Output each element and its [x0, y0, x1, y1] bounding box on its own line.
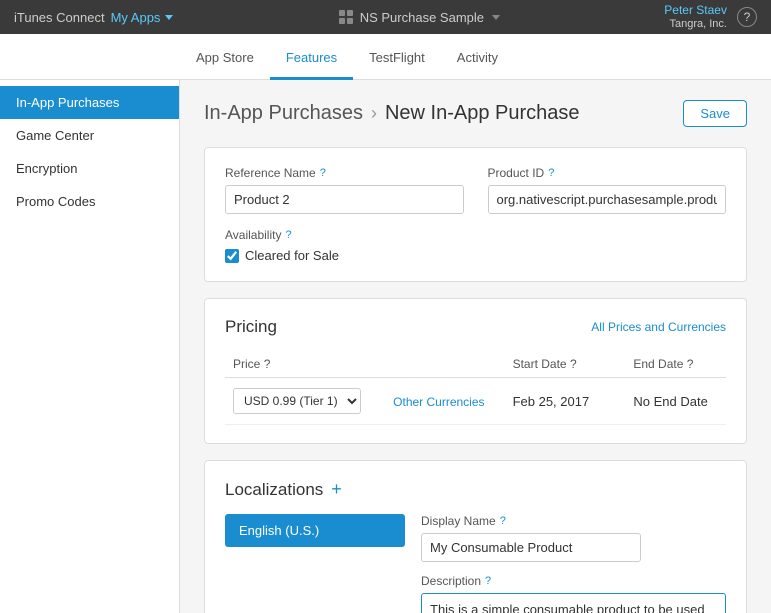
- display-name-input[interactable]: [421, 533, 641, 562]
- tab-features[interactable]: Features: [270, 38, 353, 80]
- pricing-section: Pricing All Prices and Currencies Price …: [204, 298, 747, 444]
- price-col-header: Price ?: [225, 351, 385, 378]
- description-field: Description ? This is a simple consumabl…: [421, 574, 726, 613]
- price-cell: USD 0.99 (Tier 1): [225, 378, 385, 425]
- cleared-for-sale-checkbox[interactable]: [225, 249, 239, 263]
- display-name-field: Display Name ?: [421, 514, 726, 562]
- header-center: NS Purchase Sample: [338, 9, 500, 25]
- sidebar-item-encryption[interactable]: Encryption: [0, 152, 179, 185]
- cleared-for-sale-row: Cleared for Sale: [225, 248, 726, 263]
- header-right: Peter Staev Tangra, Inc. ?: [664, 3, 757, 31]
- top-header: iTunes Connect My Apps NS Purchase Sampl…: [0, 0, 771, 34]
- main-content: In-App Purchases › New In-App Purchase S…: [180, 80, 771, 613]
- user-name[interactable]: Peter Staev: [664, 3, 727, 17]
- localizations-content: English (U.S.) Display Name ? Descriptio…: [225, 514, 726, 613]
- header-left: iTunes Connect My Apps: [14, 10, 173, 25]
- pricing-title: Pricing: [225, 317, 277, 337]
- start-date-col-header: Start Date ?: [505, 351, 608, 378]
- breadcrumb-parent[interactable]: In-App Purchases: [204, 102, 363, 125]
- pricing-table: Price ? Start Date ? End Date ?: [225, 351, 726, 425]
- reference-name-label: Reference Name ?: [225, 166, 464, 180]
- user-info: Peter Staev Tangra, Inc.: [664, 3, 727, 31]
- other-currencies-link[interactable]: Other Currencies: [393, 395, 484, 409]
- all-prices-link[interactable]: All Prices and Currencies: [591, 320, 726, 334]
- availability-section: Availability ? Cleared for Sale: [225, 228, 726, 263]
- app-name-label[interactable]: NS Purchase Sample: [360, 10, 484, 25]
- description-textarea[interactable]: This is a simple consumable product to b…: [421, 593, 726, 613]
- sidebar-item-promo-codes[interactable]: Promo Codes: [0, 185, 179, 218]
- app-chevron-icon: [492, 15, 500, 20]
- itunes-connect-label: iTunes Connect: [14, 10, 105, 25]
- cleared-for-sale-label: Cleared for Sale: [245, 248, 339, 263]
- price-header-help-icon[interactable]: ?: [264, 357, 271, 371]
- display-name-label: Display Name ?: [421, 514, 726, 528]
- my-apps-link[interactable]: My Apps: [111, 10, 174, 25]
- reference-product-section: Reference Name ? Product ID ? Availabili…: [204, 147, 747, 282]
- reference-name-input[interactable]: [225, 185, 464, 214]
- localizations-section: Localizations + English (U.S.) Display N…: [204, 460, 747, 613]
- language-list: English (U.S.): [225, 514, 405, 613]
- tab-app-store[interactable]: App Store: [180, 38, 270, 80]
- breadcrumb: In-App Purchases › New In-App Purchase S…: [204, 100, 747, 127]
- product-id-input[interactable]: [488, 185, 727, 214]
- field-row-top: Reference Name ? Product ID ?: [225, 166, 726, 214]
- availability-label: Availability ?: [225, 228, 726, 242]
- localizations-title: Localizations: [225, 480, 323, 500]
- lang-item-english-us[interactable]: English (U.S.): [225, 514, 405, 547]
- other-currencies-cell: Other Currencies: [385, 378, 504, 425]
- description-label: Description ?: [421, 574, 726, 588]
- availability-help-icon[interactable]: ?: [285, 229, 291, 241]
- start-date-header-help-icon[interactable]: ?: [570, 357, 577, 371]
- end-date-header-help-icon[interactable]: ?: [687, 357, 694, 371]
- description-help-icon[interactable]: ?: [485, 575, 491, 587]
- sidebar: In-App Purchases Game Center Encryption …: [0, 80, 180, 613]
- grid-icon: [338, 9, 354, 25]
- my-apps-chevron-icon: [165, 15, 173, 20]
- help-button[interactable]: ?: [737, 7, 757, 27]
- end-date-col-header: End Date ?: [625, 351, 726, 378]
- company-name: Tangra, Inc.: [664, 17, 727, 31]
- localization-form: Display Name ? Description ? This is a s…: [421, 514, 726, 613]
- nav-tabs: App Store Features TestFlight Activity: [0, 34, 771, 80]
- display-name-help-icon[interactable]: ?: [500, 515, 506, 527]
- sidebar-item-game-center[interactable]: Game Center: [0, 119, 179, 152]
- save-button[interactable]: Save: [683, 100, 747, 127]
- reference-name-field: Reference Name ?: [225, 166, 464, 214]
- add-localization-button[interactable]: +: [331, 479, 342, 500]
- start-date-cell: Feb 25, 2017: [505, 378, 608, 425]
- sidebar-item-in-app-purchases[interactable]: In-App Purchases: [0, 86, 179, 119]
- tab-testflight[interactable]: TestFlight: [353, 38, 441, 80]
- pricing-row: USD 0.99 (Tier 1) Other Currencies Feb 2…: [225, 378, 726, 425]
- product-id-help-icon[interactable]: ?: [548, 167, 554, 179]
- other-currencies-col-header: [385, 351, 504, 378]
- end-date-cell: No End Date: [625, 378, 726, 425]
- product-id-label: Product ID ?: [488, 166, 727, 180]
- main-layout: In-App Purchases Game Center Encryption …: [0, 80, 771, 613]
- breadcrumb-current: New In-App Purchase: [385, 102, 580, 125]
- breadcrumb-separator-icon: ›: [371, 103, 377, 124]
- reference-name-help-icon[interactable]: ?: [320, 167, 326, 179]
- localizations-header: Localizations +: [225, 479, 726, 500]
- tab-activity[interactable]: Activity: [441, 38, 514, 80]
- price-select[interactable]: USD 0.99 (Tier 1): [233, 388, 361, 414]
- product-id-field: Product ID ?: [488, 166, 727, 214]
- pricing-header: Pricing All Prices and Currencies: [225, 317, 726, 337]
